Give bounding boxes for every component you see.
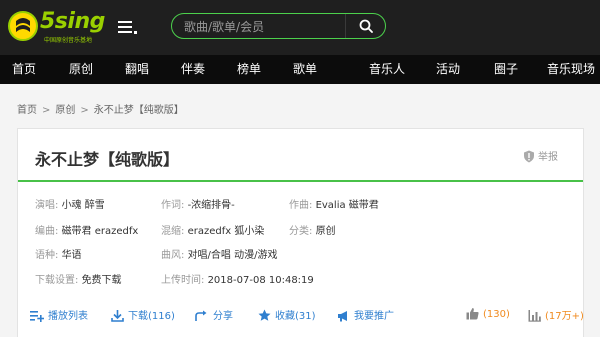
megaphone-icon bbox=[338, 311, 347, 322]
nav-item-live[interactable]: 音乐现场 bbox=[547, 55, 595, 84]
bar-chart-icon bbox=[528, 310, 541, 322]
breadcrumb-separator: > bbox=[80, 105, 89, 116]
search-button[interactable] bbox=[345, 14, 385, 38]
breadcrumb-separator: > bbox=[42, 105, 51, 116]
main-nav: 首页 原创 翻唱 伴奏 榜单 歌单 音乐人 活动 圈子 音乐现场 bbox=[0, 55, 600, 84]
nav-item-home[interactable]: 首页 bbox=[12, 55, 36, 84]
logo-mark-icon bbox=[8, 11, 38, 41]
info-label: 下载设置: bbox=[35, 275, 79, 286]
info-singer: 演唱: 小魂 醉雪 bbox=[35, 196, 105, 211]
logo-subtitle: 中国原创音乐基地 bbox=[44, 37, 93, 44]
share-icon bbox=[195, 310, 207, 321]
info-language: 语种: 华语 bbox=[35, 246, 82, 261]
upload-time-value: 2018-07-08 10:48:19 bbox=[207, 275, 314, 286]
play-count-value: (17万+) bbox=[545, 311, 584, 322]
nav-item-circles[interactable]: 圈子 bbox=[494, 55, 518, 84]
song-title: 永不止梦【纯歌版】 bbox=[35, 150, 180, 169]
info-label: 作曲: bbox=[289, 200, 313, 211]
language-value: 华语 bbox=[61, 250, 82, 261]
info-label: 编曲: bbox=[35, 226, 59, 237]
nav-item-charts[interactable]: 榜单 bbox=[237, 55, 261, 84]
promote-button[interactable]: 我要推广 bbox=[337, 307, 394, 322]
nav-item-original[interactable]: 原创 bbox=[69, 55, 93, 84]
share-button[interactable]: 分享 bbox=[195, 307, 233, 322]
style-value[interactable]: 对唱/合唱 动漫/游戏 bbox=[188, 250, 278, 261]
singer-value[interactable]: 小魂 醉雪 bbox=[62, 200, 105, 211]
playlist-button[interactable]: 播放列表 bbox=[30, 307, 88, 322]
share-label: 分享 bbox=[213, 311, 233, 322]
breadcrumb-home[interactable]: 首页 bbox=[17, 105, 37, 116]
info-composer: 作曲: Evalia 磁带君 bbox=[289, 196, 379, 211]
arranger-value[interactable]: 磁带君 erazedfx bbox=[62, 226, 139, 237]
mixer-value[interactable]: erazedfx 狐小染 bbox=[188, 226, 265, 237]
logo-text: 5sing bbox=[40, 9, 105, 34]
star-icon bbox=[258, 309, 271, 321]
like-count: (130) bbox=[483, 309, 510, 320]
download-label: 下载(116) bbox=[128, 311, 175, 322]
info-arranger: 编曲: 磁带君 erazedfx bbox=[35, 222, 138, 237]
breadcrumb: 首页 > 原创 > 永不止梦【纯歌版】 bbox=[17, 101, 184, 116]
category-value[interactable]: 原创 bbox=[316, 226, 336, 237]
info-upload-time: 上传时间: 2018-07-08 10:48:19 bbox=[161, 271, 314, 286]
report-label: 举报 bbox=[538, 152, 558, 163]
info-label: 语种: bbox=[35, 250, 59, 261]
play-count: (17万+) bbox=[528, 307, 584, 322]
info-label: 作词: bbox=[161, 200, 185, 211]
info-style: 曲风: 对唱/合唱 动漫/游戏 bbox=[161, 246, 277, 261]
download-button[interactable]: 下载(116) bbox=[111, 307, 175, 322]
info-mixer: 混缩: erazedfx 狐小染 bbox=[161, 222, 264, 237]
action-bar: 播放列表 下载(116) 分享 收藏(31) 我要推广 (130) (17万+) bbox=[18, 307, 584, 327]
search-box bbox=[171, 13, 386, 39]
download-icon bbox=[111, 310, 124, 322]
add-to-list-icon bbox=[30, 311, 45, 322]
report-button[interactable]: 举报 bbox=[523, 148, 558, 163]
info-label: 分类: bbox=[289, 226, 313, 237]
promote-label: 我要推广 bbox=[354, 311, 394, 322]
search-input[interactable] bbox=[184, 18, 344, 36]
breadcrumb-current: 永不止梦【纯歌版】 bbox=[93, 105, 184, 116]
site-logo[interactable]: 5sing 中国原创音乐基地 bbox=[8, 9, 105, 45]
nav-item-accompaniment[interactable]: 伴奏 bbox=[181, 55, 205, 84]
download-setting-value: 免费下载 bbox=[81, 275, 122, 286]
lyricist-value[interactable]: -浓缩排骨- bbox=[188, 200, 235, 211]
info-lyricist: 作词: -浓缩排骨- bbox=[161, 196, 235, 211]
menu-icon[interactable] bbox=[118, 19, 138, 35]
favorite-label: 收藏(31) bbox=[275, 311, 316, 322]
info-download-setting: 下载设置: 免费下载 bbox=[35, 271, 122, 286]
playlist-label: 播放列表 bbox=[48, 311, 88, 322]
nav-item-musicians[interactable]: 音乐人 bbox=[369, 55, 405, 84]
info-label: 演唱: bbox=[35, 200, 59, 211]
composer-value[interactable]: Evalia 磁带君 bbox=[316, 200, 379, 211]
search-icon bbox=[359, 19, 373, 33]
nav-item-cover[interactable]: 翻唱 bbox=[125, 55, 149, 84]
breadcrumb-original[interactable]: 原创 bbox=[55, 105, 75, 116]
nav-item-playlists[interactable]: 歌单 bbox=[293, 55, 317, 84]
info-label: 混缩: bbox=[161, 226, 185, 237]
info-category: 分类: 原创 bbox=[289, 222, 336, 237]
top-header: 5sing 中国原创音乐基地 bbox=[0, 0, 600, 55]
info-label: 上传时间: bbox=[161, 275, 205, 286]
like-button[interactable]: (130) bbox=[466, 307, 510, 320]
shield-icon bbox=[524, 150, 534, 163]
title-divider bbox=[18, 180, 583, 182]
info-label: 曲风: bbox=[161, 250, 185, 261]
thumbs-up-icon bbox=[466, 308, 479, 320]
song-detail-card: 永不止梦【纯歌版】 举报 演唱: 小魂 醉雪 作词: -浓缩排骨- 作曲: Ev… bbox=[17, 128, 584, 337]
nav-item-events[interactable]: 活动 bbox=[436, 55, 460, 84]
favorite-button[interactable]: 收藏(31) bbox=[258, 307, 316, 322]
